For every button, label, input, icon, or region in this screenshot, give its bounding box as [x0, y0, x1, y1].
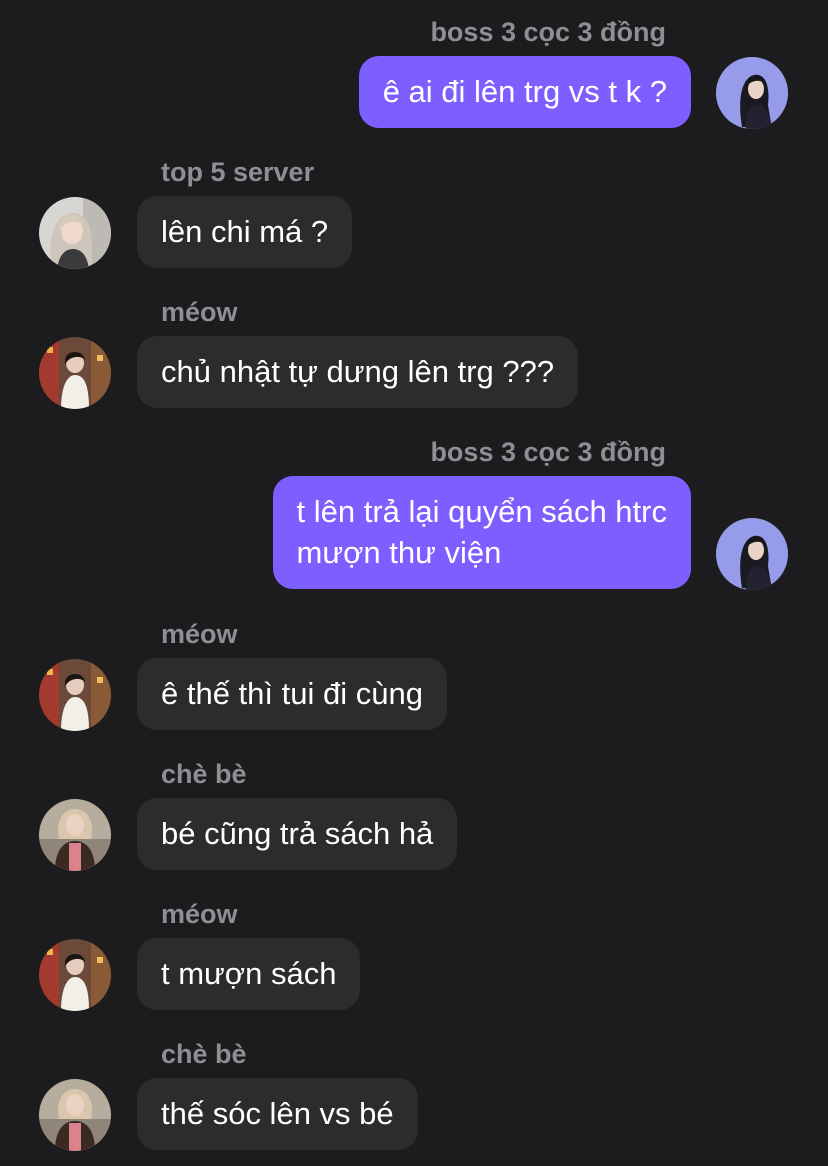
meow-avatar-image [39, 659, 111, 731]
meow-avatar-image [39, 939, 111, 1011]
message-bubble-incoming[interactable]: t mượn sách [137, 938, 361, 1010]
sender-name: top 5 server [161, 157, 315, 187]
sender-name: boss 3 cọc 3 đồng [430, 437, 666, 467]
meow-avatar[interactable] [39, 939, 111, 1011]
chebe-avatar-image [39, 799, 111, 871]
chebe-avatar[interactable] [39, 799, 111, 871]
top5-avatar[interactable] [39, 197, 111, 269]
meow-avatar[interactable] [39, 659, 111, 731]
message-bubble-outgoing[interactable]: ê ai đi lên trg vs t k ? [358, 56, 691, 128]
sender-name: chè bè [161, 759, 247, 789]
message-bubble-incoming[interactable]: thế sóc lên vs bé [137, 1078, 418, 1150]
chat-thread[interactable]: boss 3 cọc 3 đồng ê ai đi lên trg vs t k… [0, 0, 828, 1166]
chebe-avatar[interactable] [39, 1079, 111, 1151]
sender-name: méow [161, 899, 238, 929]
message-bubble-incoming[interactable]: ê thế thì tui đi cùng [137, 658, 447, 730]
boss-avatar[interactable] [716, 57, 788, 129]
meow-avatar-image [39, 337, 111, 409]
message-bubble-outgoing[interactable]: t lên trả lại quyển sách htrc mượn thư v… [272, 476, 691, 589]
sender-name: méow [161, 297, 238, 327]
sender-name: chè bè [161, 1039, 247, 1069]
sender-name: méow [161, 619, 238, 649]
sender-name: boss 3 cọc 3 đồng [430, 17, 666, 47]
meow-avatar[interactable] [39, 337, 111, 409]
message-bubble-incoming[interactable]: chủ nhật tự dưng lên trg ??? [137, 336, 579, 408]
message-bubble-incoming[interactable]: lên chi má ? [137, 196, 353, 268]
chebe-avatar-image [39, 1079, 111, 1151]
boss-avatar-image [716, 518, 788, 590]
top5-avatar-image [39, 197, 111, 269]
boss-avatar-image [716, 57, 788, 129]
boss-avatar[interactable] [716, 518, 788, 590]
message-bubble-incoming[interactable]: bé cũng trả sách hả [137, 798, 458, 870]
